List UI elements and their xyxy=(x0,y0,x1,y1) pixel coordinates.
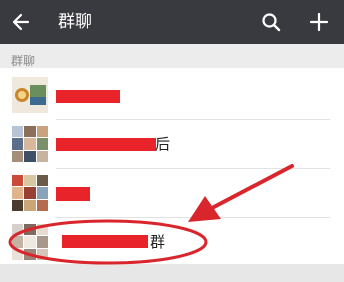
group-list: 后 群 xyxy=(0,68,344,264)
section-label: 群聊 xyxy=(11,54,36,68)
list-item[interactable] xyxy=(0,71,344,120)
redaction-bar xyxy=(56,187,90,201)
list-item[interactable]: 群 xyxy=(0,218,344,267)
group-avatar-image xyxy=(12,77,48,113)
group-avatar-grid xyxy=(12,224,48,260)
bottom-area xyxy=(0,264,344,282)
avatar xyxy=(12,224,48,260)
redaction-bar xyxy=(62,235,148,248)
plus-icon xyxy=(309,12,329,32)
search-icon xyxy=(262,13,281,32)
group-avatar-grid xyxy=(12,126,48,162)
arrow-left-icon xyxy=(12,13,30,31)
redaction-bar xyxy=(56,138,156,151)
group-name-suffix: 后 xyxy=(155,135,171,153)
group-avatar-grid xyxy=(12,175,48,211)
back-button[interactable] xyxy=(6,7,36,37)
add-button[interactable] xyxy=(304,7,334,37)
avatar xyxy=(12,126,48,162)
redaction-bar xyxy=(56,90,120,103)
page-title: 群聊 xyxy=(58,12,92,32)
list-item[interactable] xyxy=(0,169,344,218)
search-button[interactable] xyxy=(256,7,286,37)
top-bar: 群聊 xyxy=(0,0,344,44)
avatar xyxy=(12,77,48,113)
list-item[interactable]: 后 xyxy=(0,120,344,169)
group-name-suffix: 群 xyxy=(150,233,166,251)
avatar xyxy=(12,175,48,211)
